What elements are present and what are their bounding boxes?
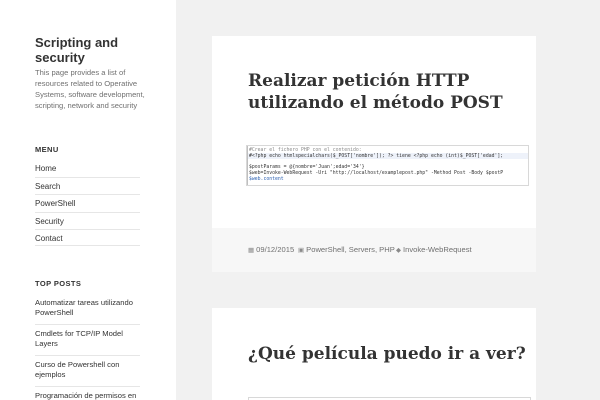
site-title[interactable]: Scripting and security — [35, 35, 155, 65]
post-date-text: 09/12/2015 — [256, 245, 295, 254]
code-line: $web=Invoke-WebRequest -Uri "http://loca… — [249, 171, 504, 176]
code-line: $postParams = @{nombre='Juan';edad='34'} — [249, 165, 365, 170]
post-title[interactable]: ¿Qué película puedo ir a ver? — [248, 343, 526, 365]
post-date[interactable]: ▦ 09/12/2015 — [248, 245, 294, 254]
top-post-link[interactable]: Programación de permisos en Linux — [35, 386, 140, 400]
code-gutter — [247, 146, 248, 185]
top-posts-widget-title: TOP POSTS — [35, 279, 82, 288]
menu-item-contact[interactable]: Contact — [35, 228, 140, 246]
sidebar: Scripting and security This page provide… — [0, 0, 176, 400]
code-line: $web.content — [249, 177, 284, 182]
code-line: #Crear el fichero PHP con el contenido: — [249, 148, 362, 153]
post-tags[interactable]: ◆ Invoke-WebRequest — [396, 245, 472, 254]
top-post-link[interactable]: Automatizar tareas utilizando PowerShell — [35, 298, 140, 324]
top-post-link[interactable]: Cmdlets for TCP/IP Model Layers — [35, 324, 140, 355]
post-categories-text: PowerShell, Servers, PHP — [306, 245, 395, 254]
code-line: #<?php echo htmlspecialchars($_POST['nom… — [249, 154, 504, 159]
top-posts-list: Automatizar tareas utilizando PowerShell… — [35, 298, 140, 400]
post-card: ¿Qué película puedo ir a ver? — [212, 308, 536, 400]
menu-item-security[interactable]: Security — [35, 211, 140, 229]
code-image: #Crear el fichero PHP con el contenido: … — [246, 145, 529, 186]
folder-icon: ▣ — [298, 246, 305, 254]
post-title[interactable]: Realizar petición HTTP utilizando el mét… — [248, 70, 536, 114]
menu-widget-title: MENU — [35, 145, 59, 154]
menu-item-search[interactable]: Search — [35, 177, 140, 194]
menu-item-powershell[interactable]: PowerShell — [35, 194, 140, 211]
top-post-link[interactable]: Curso de Powershell con ejemplos — [35, 355, 140, 386]
tag-icon: ◆ — [396, 246, 401, 254]
calendar-icon: ▦ — [248, 246, 255, 254]
main-menu: Home Search PowerShell Security Contact — [35, 160, 140, 246]
site-description: This page provides a list of resources r… — [35, 68, 145, 110]
menu-item-home[interactable]: Home — [35, 160, 140, 177]
post-tags-text: Invoke-WebRequest — [403, 245, 472, 254]
post-categories[interactable]: ▣ PowerShell, Servers, PHP — [298, 245, 395, 254]
